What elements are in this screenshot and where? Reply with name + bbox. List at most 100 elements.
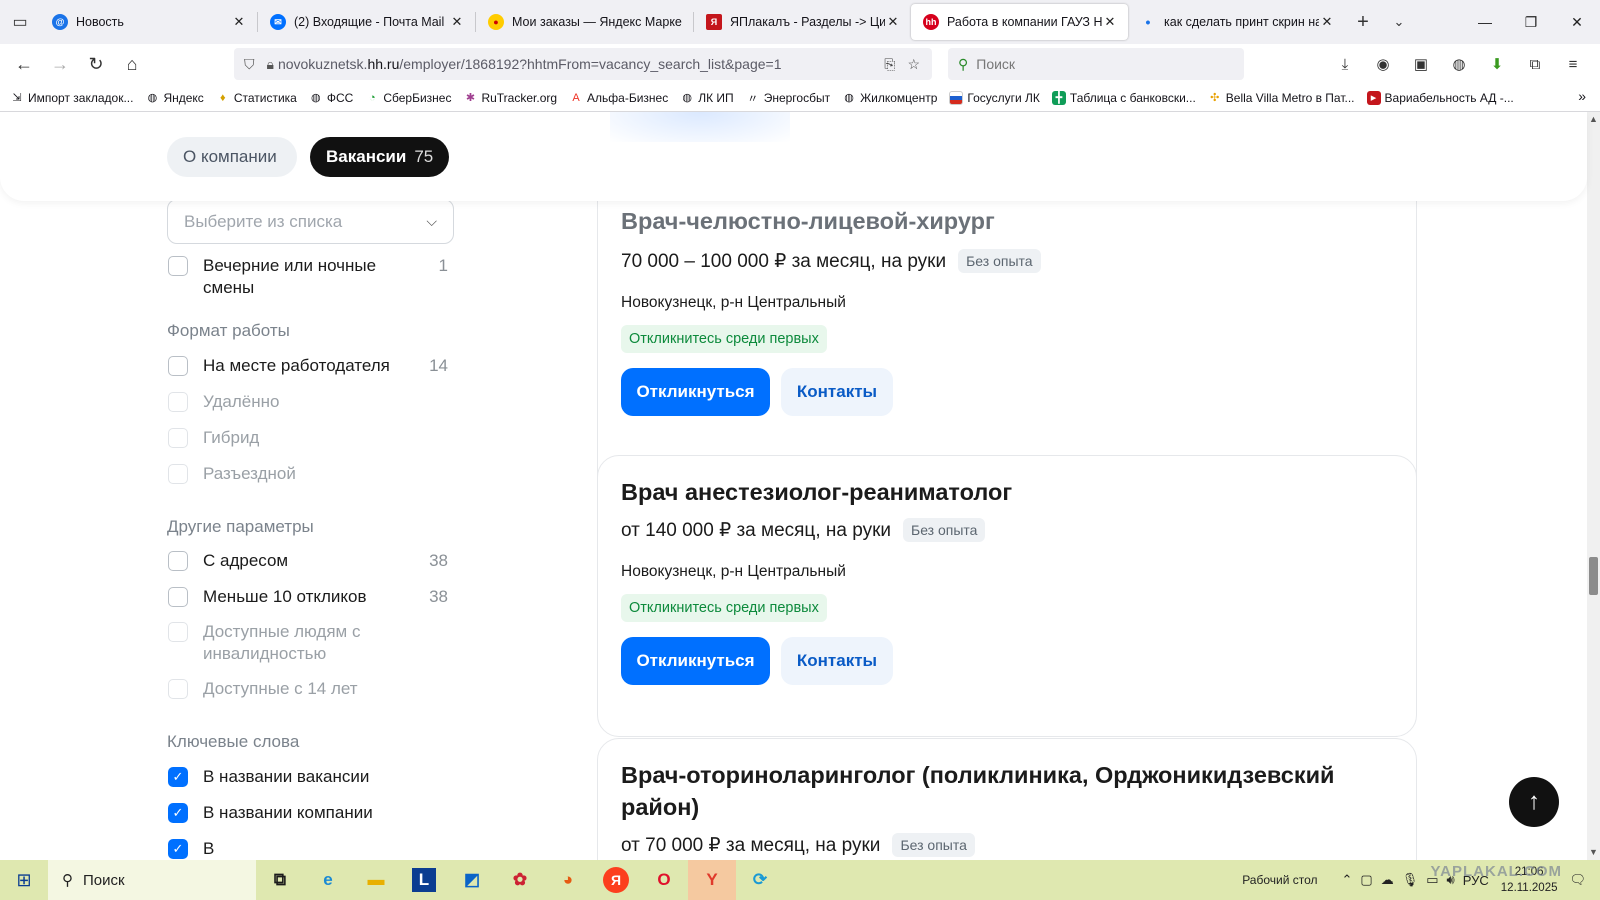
bookmark-variability[interactable]: ▸ Вариабельность АД -... [1366, 90, 1514, 105]
yandex-browser-icon[interactable]: Y [688, 860, 736, 900]
checkbox-checked[interactable]: ✓ [168, 767, 188, 787]
account-icon[interactable]: ◉ [1364, 48, 1402, 80]
opera-icon[interactable]: O [640, 860, 688, 900]
scrollbar[interactable]: ▲ ▼ [1587, 112, 1600, 860]
close-icon[interactable]: ✕ [231, 14, 247, 30]
tab-hh-active[interactable]: hh Работа в компании ГАУЗ Нов ✕ [911, 4, 1128, 40]
close-icon[interactable]: ✕ [1319, 14, 1335, 30]
bookmark-lk-ip[interactable]: ◍ ЛК ИП [680, 91, 733, 105]
tab-news[interactable]: @ Новость ✕ [40, 4, 257, 40]
lock-icon[interactable]: 🔒︎ [267, 56, 274, 73]
checkbox-in-company-name[interactable]: ✓ В названии компании [168, 802, 448, 824]
checkbox[interactable] [168, 551, 188, 571]
scrollbar-thumb[interactable] [1589, 557, 1598, 595]
taskbar-search[interactable]: ⚲ Поиск [48, 860, 256, 900]
contacts-button[interactable]: Контакты [781, 368, 893, 416]
mic-icon[interactable]: 🎙︎ [1402, 872, 1419, 888]
checkbox-few-responses[interactable]: Меньше 10 откликов 38 [168, 586, 448, 608]
bookmark-alfa[interactable]: A Альфа-Бизнес [569, 91, 668, 105]
forward-icon[interactable]: → [42, 48, 78, 80]
windows-start-icon[interactable]: ⊞ [0, 860, 48, 900]
close-icon[interactable]: ✕ [449, 14, 465, 30]
shield-icon[interactable]: ⛉ [244, 56, 255, 73]
close-icon[interactable]: ✕ [885, 14, 901, 30]
bookmark-stats[interactable]: ♦ Статистика [216, 91, 297, 105]
bookmark-rutracker[interactable]: ✱ RuTracker.org [463, 91, 557, 105]
bookmark-sheets[interactable]: ╋ Таблица с банковски... [1051, 90, 1196, 105]
minimize-icon[interactable]: — [1462, 0, 1508, 44]
star-icon[interactable]: ☆ [907, 56, 920, 73]
bookmark-sber[interactable]: ◔ СберБизнес [365, 91, 451, 105]
checkbox-checked[interactable]: ✓ [168, 839, 188, 859]
yandex-icon[interactable]: Я [592, 860, 640, 900]
edge-icon[interactable]: e [304, 860, 352, 900]
download-icon[interactable]: ⤓ [1326, 48, 1364, 80]
filter-select[interactable]: Выберите из списка ⌵ [167, 199, 454, 244]
meet-icon[interactable]: ▢ [1360, 872, 1372, 888]
bookmark-gosuslugi[interactable]: Госуслуги ЛК [949, 90, 1040, 105]
puzzle-icon[interactable]: ⧉ [1516, 48, 1554, 80]
new-tab-icon[interactable]: + [1345, 11, 1381, 34]
checkbox[interactable] [168, 356, 188, 376]
scroll-to-top-button[interactable]: ↑ [1509, 777, 1559, 827]
task-view-icon[interactable]: ⧉ [256, 860, 304, 900]
bookmark-zhilkom[interactable]: ◍ Жилкомцентр [842, 91, 937, 105]
tray-chevron-icon[interactable]: ⌃ [1342, 872, 1353, 888]
search-input[interactable]: ⚲ Поиск [948, 48, 1244, 80]
vacancy-title[interactable]: Врач-челюстно-лицевой-хирург [621, 205, 1381, 237]
globe-icon[interactable]: ◍ [1440, 48, 1478, 80]
tab-vacancies[interactable]: Вакансии 75 [310, 137, 449, 177]
chevron-down-icon[interactable]: ⌄ [1381, 14, 1417, 30]
scroll-down-icon[interactable]: ▼ [1589, 847, 1598, 857]
checkbox[interactable] [168, 587, 188, 607]
cloud-icon[interactable]: ☁ [1381, 872, 1394, 888]
sync-app-icon[interactable]: ⟳ [736, 860, 784, 900]
outlook-icon[interactable]: ◩ [448, 860, 496, 900]
download-arrow-icon[interactable]: ⬇ [1478, 48, 1516, 80]
checkbox[interactable] [168, 256, 188, 276]
m365-icon[interactable]: ✿ [496, 860, 544, 900]
apply-button[interactable]: Откликнуться [621, 368, 770, 416]
tab-mail[interactable]: ✉ (2) Входящие - Почта Mail ✕ [258, 4, 475, 40]
extension-icon[interactable]: ▣ [1402, 48, 1440, 80]
address-bar[interactable]: ⛉ 🔒︎ novokuznetsk.hh.ru/employer/1868192… [234, 48, 932, 80]
home-icon[interactable]: ⌂ [114, 48, 150, 80]
checkbox-in-vacancy-title[interactable]: ✓ В названии вакансии [168, 766, 448, 788]
file-explorer-icon[interactable]: ▬ [352, 860, 400, 900]
checkbox-onsite[interactable]: На месте работодателя 14 [168, 355, 448, 377]
checkbox-checked[interactable]: ✓ [168, 803, 188, 823]
tab-yaplakal[interactable]: Я ЯПлакалъ - Разделы -> Цити ✕ [694, 4, 911, 40]
close-icon[interactable]: ✕ [1102, 14, 1118, 30]
reader-icon[interactable]: ⎘ [884, 56, 895, 73]
tab-list-icon[interactable]: ▭ [0, 0, 40, 44]
desktop-label[interactable]: Рабочий стол [1242, 873, 1317, 887]
checkbox-in-description[interactable]: ✓ В [168, 838, 448, 860]
vacancy-title[interactable]: Врач-оториноларинголог (поликлиника, Орд… [621, 759, 1361, 823]
tab-about-company[interactable]: О компании [167, 137, 297, 177]
firefox-icon[interactable]: ◕ [544, 860, 592, 900]
checkbox-evening-shifts[interactable]: Вечерние или ночные смены 1 [168, 255, 448, 299]
menu-icon[interactable]: ≡ [1554, 48, 1592, 80]
chevron-right-icon[interactable]: » [1578, 88, 1586, 104]
reload-icon[interactable]: ↻ [78, 48, 114, 80]
notifications-icon[interactable]: 🗨︎ [1569, 872, 1586, 888]
bookmark-bella-villa[interactable]: ✣ Bella Villa Metro в Пат... [1208, 91, 1354, 105]
restore-icon[interactable]: ❐ [1508, 0, 1554, 44]
app-l-icon[interactable]: L [400, 860, 448, 900]
url-text[interactable]: novokuznetsk.hh.ru/employer/1868192?hhtm… [278, 56, 884, 72]
scroll-up-icon[interactable]: ▲ [1589, 114, 1598, 124]
bookmark-yandex[interactable]: ◍ Яндекс [145, 91, 204, 105]
bookmark-fss[interactable]: ◍ ФСС [309, 91, 353, 105]
apply-button[interactable]: Откликнуться [621, 637, 770, 685]
toolbar-icons: ⤓ ◉ ▣ ◍ ⬇ ⧉ ≡ [1326, 48, 1592, 80]
back-icon[interactable]: ← [6, 48, 42, 80]
tab-search[interactable]: • как сделать принт скрин на к ✕ [1128, 4, 1345, 40]
checkbox-with-address[interactable]: С адресом 38 [168, 550, 448, 572]
bookmark-import[interactable]: ⇲ Импорт закладок... [10, 91, 133, 105]
tab-market[interactable]: ● Мои заказы — Яндекс Марке [476, 4, 693, 40]
contacts-button[interactable]: Контакты [781, 637, 893, 685]
bookmark-energy[interactable]: 〃 Энергосбыт [746, 91, 830, 105]
vacancy-address: Новокузнецк, р-н Центральный [621, 563, 846, 580]
vacancy-title[interactable]: Врач анестезиолог-реаниматолог [621, 476, 1381, 508]
close-window-icon[interactable]: ✕ [1554, 0, 1600, 44]
